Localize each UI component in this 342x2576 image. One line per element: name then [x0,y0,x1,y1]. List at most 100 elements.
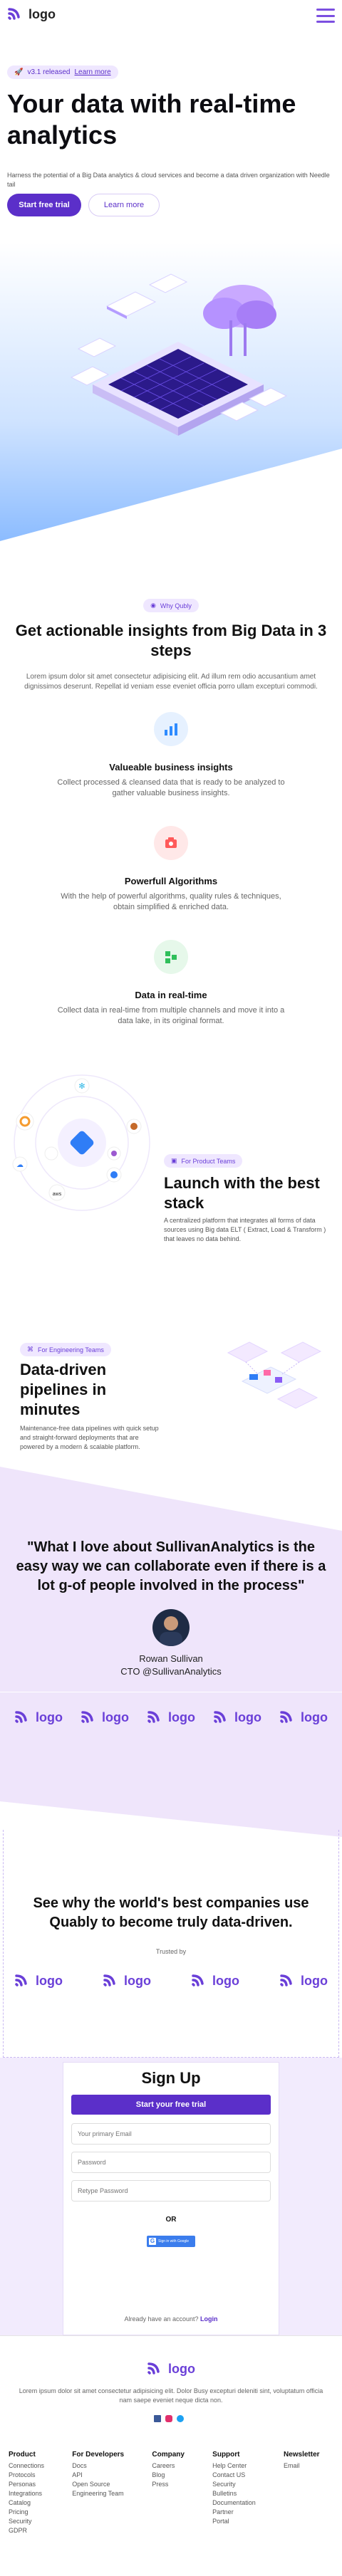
footer-link[interactable]: Docs [72,2461,124,2471]
start-your-free-trial-button[interactable]: Start your free trial [71,2095,271,2115]
header-logo[interactable]: logo [7,6,56,23]
login-link[interactable]: Login [200,2315,218,2323]
logo-text: logo [28,6,56,21]
retype-password-field[interactable] [71,2180,271,2201]
features-pill-label: Why Qubly [160,602,192,609]
partner-logo-text: logo [168,1710,195,1724]
footer-col-title: Support [212,2451,240,2459]
logo-mark-icon [15,1711,27,1723]
release-badge: 🚀 v3.1 released Learn more [7,66,118,79]
features-title: Get actionable insights from Big Data in… [15,622,327,659]
trusted-logo-4: logo [279,1972,328,1989]
algorithm-icon [154,826,188,860]
feature-1-title: Valueable business insights [109,762,233,773]
footer-link[interactable]: Protocols [9,2471,44,2480]
twitter-icon[interactable] [177,2415,184,2422]
partner-logo-4: logo [213,1709,261,1726]
feature-3-desc: Collect data in real-time from multiple … [57,1006,285,1025]
svg-text:aws: aws [53,1192,62,1197]
footer-link[interactable]: Contact US [212,2471,256,2480]
footer-link[interactable]: Help Center [212,2461,256,2471]
footer-link[interactable]: GDPR [9,2526,44,2535]
google-signin-button[interactable]: G Sign in with Google [147,2236,195,2247]
engineering-pill-wrap: ⌘ For Engineering Teams [20,1342,111,1356]
feature-1-desc: Collect processed & cleansed data that i… [57,778,285,797]
facebook-icon[interactable] [154,2415,161,2422]
footer-link[interactable]: Careers [152,2461,185,2471]
trusted-logo-text: logo [212,1973,239,1988]
footer-link[interactable]: Catalog [9,2498,44,2508]
partner-logo-5: logo [279,1709,328,1726]
svg-text:☁: ☁ [16,1161,24,1169]
email-field-wrap [71,2123,271,2145]
trusted-logos: logo logo logo logo [14,1972,328,1989]
footer-columns: Product Connections Protocols Personas I… [9,2451,333,2535]
footer-link[interactable]: Open Source [72,2480,124,2489]
or-divider: OR [165,2216,177,2224]
feature-3-title: Data in real-time [135,990,207,1000]
logo-mark-icon [147,1711,160,1723]
footer-link[interactable]: Blog [152,2471,185,2480]
footer-logo-text: logo [168,2361,195,2376]
partner-logo-text: logo [102,1710,129,1724]
footer-link[interactable]: Connections [9,2461,44,2471]
footer-col-title: Company [152,2451,185,2459]
footer-col-title: Product [9,2451,36,2459]
testimonial-role: CTO @SullivanAnalytics [120,1666,222,1677]
google-signin-label: Sign in with Google [158,2239,190,2243]
logo-mark-icon [147,2362,160,2375]
pipelines-illustration [227,1341,322,1409]
features-pill-wrap: ◉ Why Qubly [0,598,342,612]
instagram-icon[interactable] [165,2415,172,2422]
footer-link[interactable]: Engineering Team [72,2489,124,2498]
testimonial-quote: "What I love about SullivanAnalytics is … [16,1539,326,1593]
footer-link[interactable]: Security [212,2480,256,2489]
footer-link[interactable]: Portal [212,2517,256,2526]
engineering-desc: Maintenance-free data pipelines with qui… [20,1425,159,1450]
footer-link[interactable]: Bulletins [212,2489,256,2498]
partner-logo-2: logo [81,1709,129,1726]
testimonial-background [0,1467,342,1837]
engineering-pill-label: For Engineering Teams [38,1346,104,1354]
footer-link[interactable]: API [72,2471,124,2480]
trusted-logo-text: logo [124,1973,151,1988]
footer-col-company: Company Careers Blog Press [152,2451,185,2535]
partner-logo-1: logo [14,1709,63,1726]
email-field[interactable] [71,2123,271,2145]
footer-link[interactable]: Security [9,2517,44,2526]
footer-col-title: For Developers [72,2451,125,2459]
footer-link[interactable]: Documentation [212,2498,256,2508]
footer-col-newsletter: Newsletter Email [284,2451,333,2535]
hero-subtitle: Harness the potential of a Big Data anal… [7,172,330,188]
svg-text:✻: ✻ [78,1082,85,1091]
trusted-frame [3,1830,339,2058]
footer-col-title: Newsletter [283,2451,320,2459]
footer-logo[interactable]: logo [147,2360,195,2377]
footer-link[interactable]: Partner [212,2508,256,2517]
testimonial-logos: logo logo logo logo logo [14,1709,328,1726]
partner-logo-text: logo [36,1710,63,1724]
feature-2-desc: With the help of powerful algorithms, qu… [61,892,281,911]
logo-mark-icon [8,8,20,20]
hero-title: Your data with real-time analytics [7,89,296,150]
password-field-wrap [71,2152,271,2173]
integrations-orbit-illustration: ✻ ☁ aws [12,1074,150,1211]
signup-title: Sign Up [141,2069,201,2087]
footer-col-developers: For Developers Docs API Open Source Engi… [72,2451,124,2535]
testimonial-name: Rowan Sullivan [139,1653,203,1664]
partner-logo-text: logo [301,1710,328,1724]
trusted-label: Trusted by [155,1948,187,1955]
footer-link[interactable]: Pricing [9,2508,44,2517]
footer-link[interactable]: Integrations [9,2489,44,2498]
footer-link[interactable]: Personas [9,2480,44,2489]
trusted-logo-text: logo [301,1973,328,1988]
footer-col-support: Support Help Center Contact US Security … [212,2451,256,2535]
features-description: Lorem ipsum dolor sit amet consectetur a… [24,673,318,691]
release-learn-more-link[interactable]: Learn more [75,68,111,76]
release-version: v3.1 released [27,68,71,76]
menu-icon[interactable] [316,9,335,23]
password-field[interactable] [71,2152,271,2173]
logo-mark-icon [103,1974,115,1986]
footer-link[interactable]: Press [152,2480,185,2489]
trusted-logo-text: logo [36,1973,63,1988]
